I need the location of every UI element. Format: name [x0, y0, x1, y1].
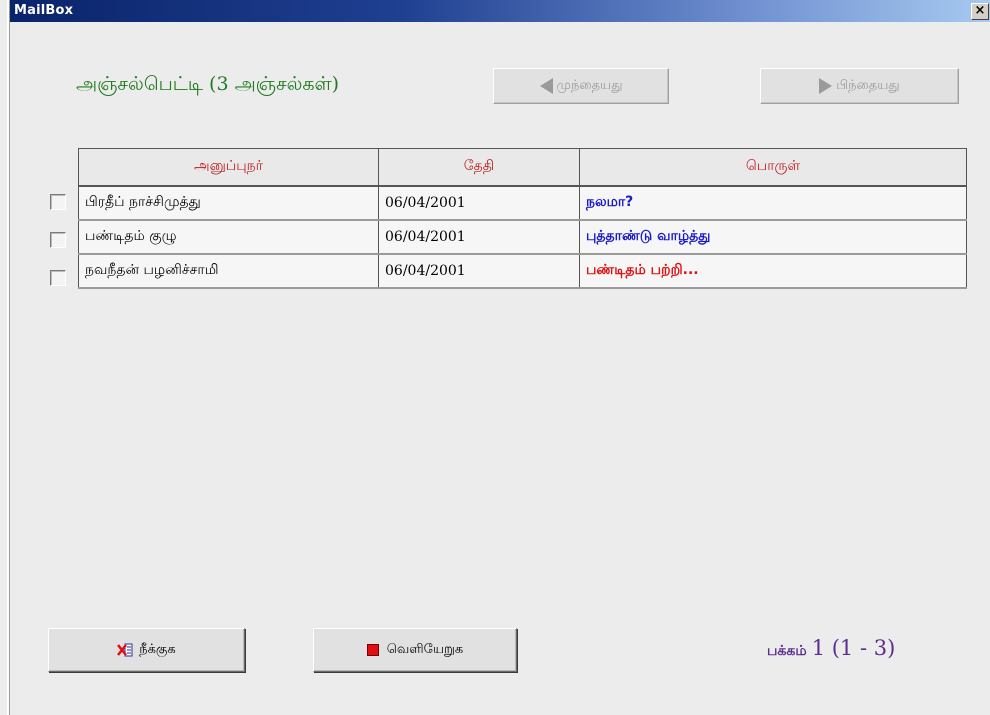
sender-cell[interactable]: பிரதீப் நாச்சிமுத்து	[78, 185, 379, 221]
row-checkbox-1[interactable]	[50, 194, 66, 210]
arrow-left-icon	[539, 78, 553, 94]
subject-cell[interactable]: புத்தாண்டு வாழ்த்து	[579, 219, 967, 255]
next-button-label: பிந்தையது	[836, 78, 900, 93]
title-bar[interactable]: MailBox ×	[10, 0, 990, 22]
date-cell[interactable]: 06/04/2001	[378, 219, 580, 255]
window-title: MailBox	[14, 3, 74, 18]
arrow-right-icon	[819, 78, 833, 94]
mailbox-heading: அஞ்சல்பெட்டி (3 அஞ்சல்கள்)	[76, 73, 340, 95]
exit-button[interactable]: வெளியேறுக	[313, 628, 517, 672]
row-checkbox-3[interactable]	[50, 270, 66, 286]
close-button[interactable]: ×	[971, 3, 989, 20]
subject-cell[interactable]: நலமா?	[579, 185, 967, 221]
date-cell[interactable]: 06/04/2001	[378, 185, 580, 221]
table-header-row: அனுப்புநர் தேதி பொருள்	[78, 148, 967, 187]
next-button[interactable]: பிந்தையது	[760, 68, 959, 104]
sender-cell[interactable]: பண்டிதம் குழு	[78, 219, 379, 255]
column-header-subject[interactable]: பொருள்	[579, 148, 967, 187]
table-row[interactable]: பிரதீப் நாச்சிமுத்து 06/04/2001 நலமா?	[78, 185, 967, 221]
delete-icon	[117, 643, 133, 657]
previous-button[interactable]: முந்தையது	[493, 68, 669, 104]
page-value: 1 (1 - 3)	[811, 636, 896, 660]
column-header-date[interactable]: தேதி	[378, 148, 580, 187]
table-row[interactable]: பண்டிதம் குழு 06/04/2001 புத்தாண்டு வாழ்…	[78, 219, 967, 255]
mail-table: அனுப்புநர் தேதி பொருள் பிரதீப் நாச்சிமுத…	[78, 148, 967, 289]
delete-button-label: நீக்குக	[139, 642, 176, 657]
exit-button-label: வெளியேறுக	[386, 642, 464, 657]
column-header-sender[interactable]: அனுப்புநர்	[78, 148, 379, 187]
content-area: அஞ்சல்பெட்டி (3 அஞ்சல்கள்) முந்தையது பிந…	[10, 22, 990, 715]
page-label: பக்கம்	[767, 643, 807, 659]
date-cell[interactable]: 06/04/2001	[378, 253, 580, 289]
subject-cell[interactable]: பண்டிதம் பற்றி...	[579, 253, 967, 289]
table-row[interactable]: நவநீதன் பழனிச்சாமி 06/04/2001 பண்டிதம் ப…	[78, 253, 967, 289]
previous-button-label: முந்தையது	[556, 78, 623, 93]
mailbox-window: MailBox × அஞ்சல்பெட்டி (3 அஞ்சல்கள்) முந…	[0, 0, 990, 715]
sender-cell[interactable]: நவநீதன் பழனிச்சாமி	[78, 253, 379, 289]
page-indicator: பக்கம் 1 (1 - 3)	[767, 636, 895, 661]
stop-icon	[366, 644, 379, 656]
row-checkbox-2[interactable]	[50, 232, 66, 248]
delete-button[interactable]: நீக்குக	[48, 628, 245, 672]
